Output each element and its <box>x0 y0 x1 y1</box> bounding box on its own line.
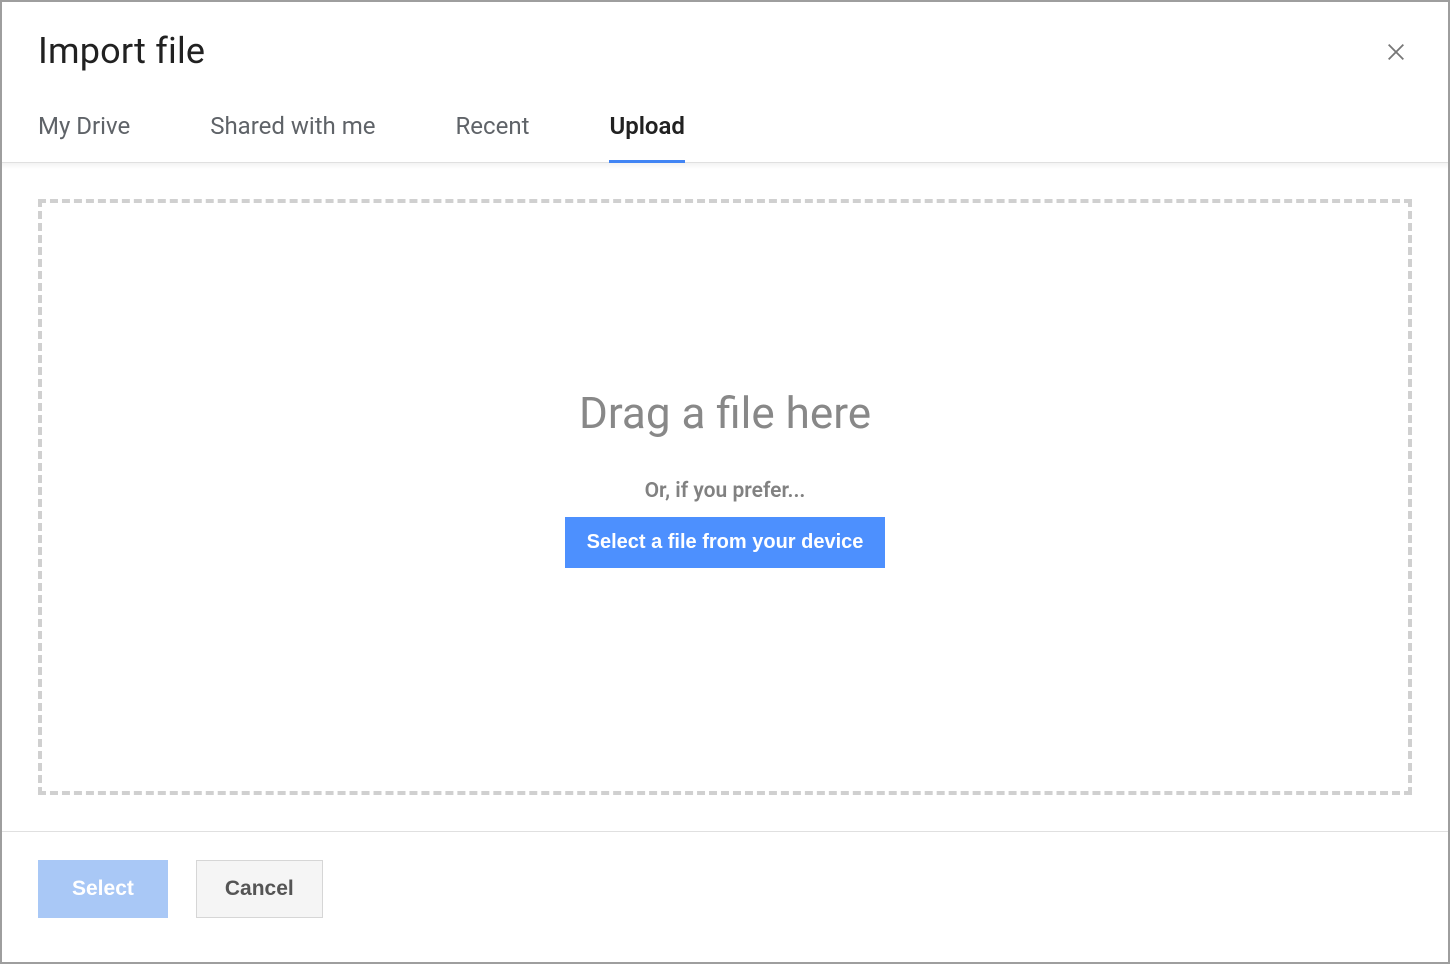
close-button[interactable] <box>1380 38 1412 70</box>
dialog-title: Import file <box>38 30 1412 72</box>
dialog-tabs: My Drive Shared with me Recent Upload <box>2 72 1448 163</box>
close-icon <box>1385 41 1407 67</box>
import-file-dialog: Import file My Drive Shared with me Rece… <box>0 0 1450 964</box>
tab-my-drive[interactable]: My Drive <box>38 112 130 162</box>
cancel-button[interactable]: Cancel <box>196 860 323 918</box>
dialog-header: Import file <box>2 2 1448 72</box>
drop-subtitle: Or, if you prefer... <box>645 479 806 503</box>
tab-upload[interactable]: Upload <box>609 112 684 162</box>
tab-shared-with-me[interactable]: Shared with me <box>210 112 375 162</box>
select-button[interactable]: Select <box>38 860 168 918</box>
dialog-footer: Select Cancel <box>2 831 1448 962</box>
drop-title: Drag a file here <box>579 387 871 439</box>
tab-recent[interactable]: Recent <box>456 112 530 162</box>
select-from-device-button[interactable]: Select a file from your device <box>565 517 886 568</box>
upload-dropzone[interactable]: Drag a file here Or, if you prefer... Se… <box>38 199 1412 795</box>
upload-panel: Drag a file here Or, if you prefer... Se… <box>2 163 1448 831</box>
